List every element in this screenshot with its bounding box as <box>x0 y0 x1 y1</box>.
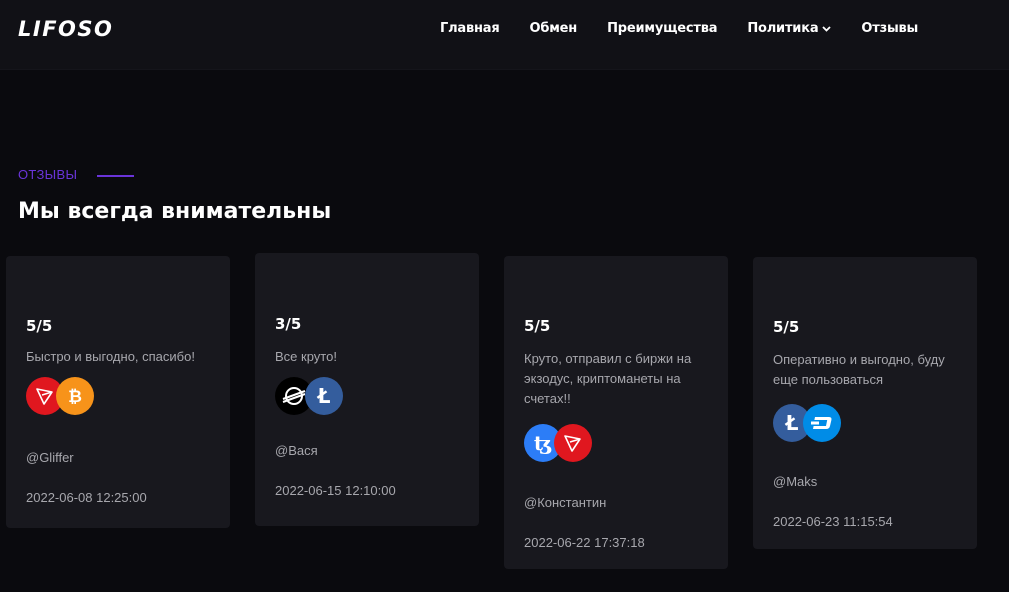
review-text: Все круто! <box>275 349 337 364</box>
nav-exchange-label: Обмен <box>529 21 578 36</box>
svg-text:Ł: Ł <box>785 412 799 434</box>
nav-advantages-label: Преимущества <box>607 21 718 36</box>
review-author: @Вася <box>275 443 318 458</box>
svg-text:ꜩ: ꜩ <box>534 432 552 454</box>
review-card: 5/5 Быстро и выгодно, спасибо! ₿ @Gliffe… <box>6 256 230 528</box>
litecoin-icon: Ł <box>305 377 343 415</box>
dash-icon <box>803 404 841 442</box>
coin-pair: Ł <box>275 377 459 417</box>
coin-pair: ₿ <box>26 377 210 417</box>
nav-reviews[interactable]: Отзывы <box>861 21 918 36</box>
main-nav: Главная Обмен Преимущества Политика Отзы… <box>440 21 948 36</box>
nav-home-label: Главная <box>440 21 500 36</box>
nav-advantages[interactable]: Преимущества <box>607 21 717 36</box>
svg-text:Ł: Ł <box>317 385 331 407</box>
section-label-divider <box>97 175 134 177</box>
coin-pair: Ł <box>773 404 957 444</box>
review-date: 2022-06-22 17:37:18 <box>524 535 645 550</box>
site-logo[interactable]: LIFOSO <box>18 17 113 41</box>
review-date: 2022-06-23 11:15:54 <box>773 514 893 529</box>
review-card: 5/5 Круто, отправил с биржи на экзодус, … <box>504 256 728 569</box>
top-navigation-bar: LIFOSO Главная Обмен Преимущества Полити… <box>0 0 1009 70</box>
tron-icon <box>554 424 592 462</box>
nav-policy-label: Политика <box>747 21 819 36</box>
review-card: 5/5 Оперативно и выгодно, буду еще польз… <box>753 257 977 549</box>
review-author: @Константин <box>524 495 607 510</box>
review-rating: 3/5 <box>275 315 302 333</box>
review-author: @Gliffer <box>26 450 74 465</box>
review-card: 3/5 Все круто! Ł @Вася 2022-06-15 12:10:… <box>255 253 479 526</box>
nav-exchange[interactable]: Обмен <box>530 21 578 36</box>
review-date: 2022-06-15 12:10:00 <box>275 483 396 498</box>
svg-text:₿: ₿ <box>68 387 82 407</box>
bitcoin-icon: ₿ <box>56 377 94 415</box>
coin-pair: ꜩ <box>524 424 708 464</box>
review-text: Быстро и выгодно, спасибо! <box>26 349 195 364</box>
chevron-down-icon <box>822 21 832 36</box>
nav-home[interactable]: Главная <box>440 21 500 36</box>
nav-reviews-label: Отзывы <box>861 21 919 36</box>
nav-policy[interactable]: Политика <box>747 21 832 36</box>
review-date: 2022-06-08 12:25:00 <box>26 490 147 505</box>
section-title: Мы всегда внимательны <box>18 199 332 224</box>
review-rating: 5/5 <box>26 317 53 335</box>
review-text: Круто, отправил с биржи на экзодус, крип… <box>524 351 692 406</box>
review-text: Оперативно и выгодно, буду еще пользоват… <box>773 352 945 387</box>
section-label: ОТЗЫВЫ <box>18 167 78 182</box>
review-rating: 5/5 <box>524 317 551 335</box>
review-rating: 5/5 <box>773 318 800 336</box>
review-author: @Maks <box>773 474 818 489</box>
